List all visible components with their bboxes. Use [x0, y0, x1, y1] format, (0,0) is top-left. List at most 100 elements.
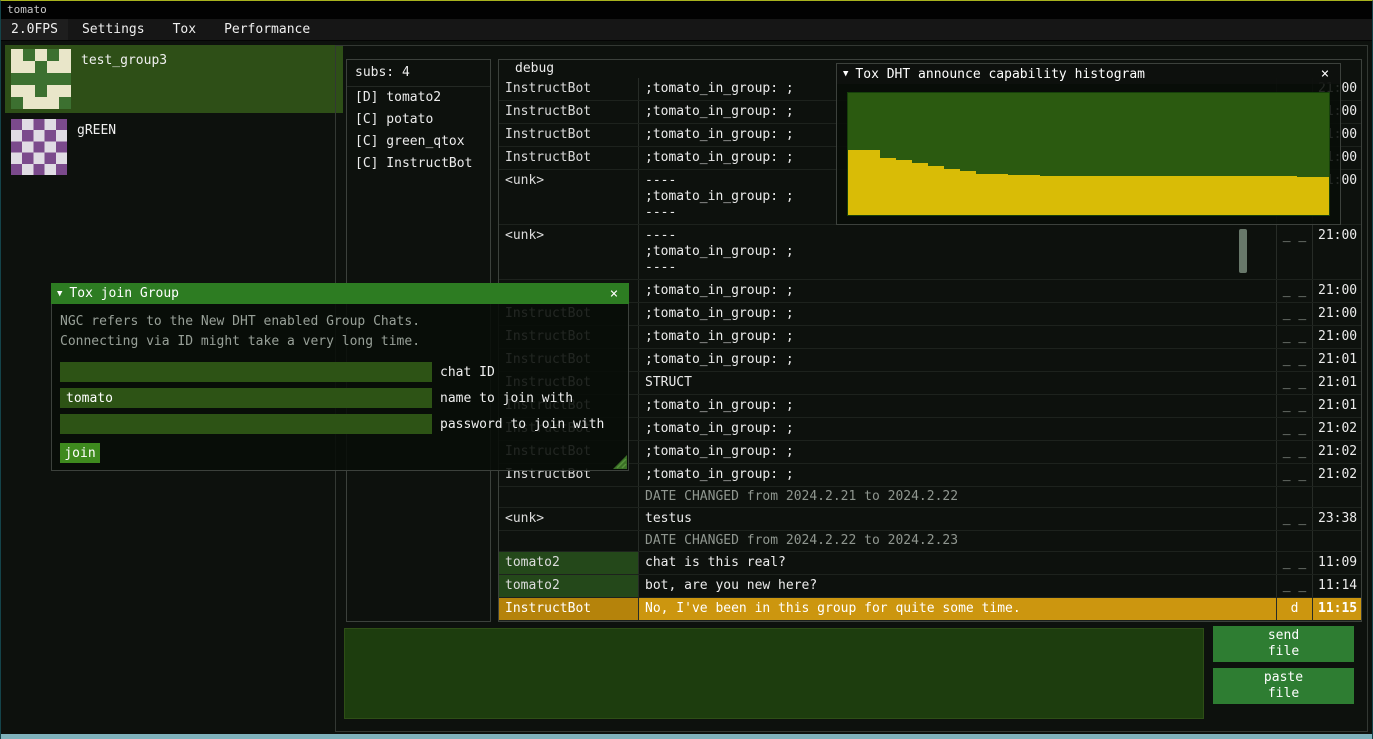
dht-histogram-window: ▼ Tox DHT announce capability histogram … — [836, 63, 1341, 225]
histogram-bar — [1297, 177, 1313, 215]
subs-count: subs: 4 — [347, 60, 490, 87]
menu-performance[interactable]: Performance — [210, 19, 324, 41]
message-text: chat is this real? — [639, 552, 1277, 574]
message-time — [1313, 487, 1361, 507]
close-icon[interactable]: × — [605, 286, 623, 302]
resize-grip[interactable] — [611, 453, 627, 469]
message-status: d — [1277, 598, 1313, 620]
histogram-bar — [1137, 176, 1153, 215]
group-name: gREEN — [77, 123, 116, 138]
group-row-test_group3[interactable]: test_group3 — [5, 45, 343, 113]
histogram-bar — [1024, 175, 1040, 215]
message-time: 21:01 — [1313, 395, 1361, 417]
histogram-bar — [1281, 176, 1297, 215]
menu-settings[interactable]: Settings — [68, 19, 159, 41]
window-bottom-edge — [1, 734, 1372, 739]
message-status — [1277, 487, 1313, 507]
chat-scrollbar-thumb[interactable] — [1239, 229, 1247, 273]
message-text: STRUCT — [639, 372, 1277, 394]
message-sender: InstructBot — [499, 598, 639, 620]
join-info-line: Connecting via ID might take a very long… — [60, 332, 620, 352]
message-status: _ _ — [1277, 280, 1313, 302]
message-sender — [499, 531, 639, 551]
message-sender: InstructBot — [499, 101, 639, 123]
message-time: 11:14 — [1313, 575, 1361, 597]
histogram-window-title: Tox DHT announce capability histogram — [855, 67, 1316, 82]
message-status: _ _ — [1277, 575, 1313, 597]
window-titlebar[interactable]: tomato — [1, 1, 1372, 19]
message-row: tomato2 chat is this real? _ _ 11:09 — [499, 552, 1361, 575]
message-time: 11:15 — [1313, 598, 1361, 620]
join-window-body: NGC refers to the New DHT enabled Group … — [51, 304, 629, 471]
message-time: 21:02 — [1313, 418, 1361, 440]
join-password-label: password to join with — [440, 417, 604, 432]
message-row: <unk> testus _ _ 23:38 — [499, 508, 1361, 531]
message-sender: InstructBot — [499, 147, 639, 169]
member-item[interactable]: [C] potato — [347, 109, 490, 131]
window-title: tomato — [7, 3, 47, 16]
message-status: _ _ — [1277, 225, 1313, 279]
histogram-bar — [1040, 176, 1056, 215]
message-time: 21:00 — [1313, 280, 1361, 302]
member-item[interactable]: [D] tomato2 — [347, 87, 490, 109]
histogram-window-titlebar[interactable]: ▼ Tox DHT announce capability histogram … — [836, 63, 1341, 84]
message-status: _ _ — [1277, 418, 1313, 440]
message-status: _ _ — [1277, 552, 1313, 574]
message-status: _ _ — [1277, 395, 1313, 417]
histogram-bar — [864, 150, 880, 215]
message-status: _ _ — [1277, 508, 1313, 530]
histogram-window-body — [836, 84, 1341, 225]
message-sender: tomato2 — [499, 552, 639, 574]
histogram-bar — [848, 150, 864, 215]
member-item[interactable]: [C] InstructBot — [347, 153, 490, 175]
message-status: _ _ — [1277, 372, 1313, 394]
histogram-bar — [976, 174, 992, 215]
histogram-bar — [1233, 176, 1249, 215]
message-text: DATE CHANGED from 2024.2.21 to 2024.2.22 — [639, 487, 1277, 507]
message-text: ;tomato_in_group: ; — [639, 326, 1277, 348]
send-file-button[interactable]: send file — [1213, 626, 1354, 662]
histogram-bar — [944, 169, 960, 215]
join-button[interactable]: join — [60, 443, 100, 463]
histogram-bar — [1217, 176, 1233, 215]
message-status — [1277, 531, 1313, 551]
fps-counter: 2.0FPS — [1, 19, 68, 40]
paste-file-button[interactable]: paste file — [1213, 668, 1354, 704]
join-window-titlebar[interactable]: ▼ Tox join Group × — [51, 283, 629, 304]
message-sender: tomato2 — [499, 575, 639, 597]
collapse-arrow-icon[interactable]: ▼ — [57, 289, 62, 299]
message-row: DATE CHANGED from 2024.2.21 to 2024.2.22 — [499, 487, 1361, 508]
message-row: tomato2 bot, are you new here? _ _ 11:14 — [499, 575, 1361, 598]
menu-bar: 2.0FPS Settings Tox Performance — [1, 19, 1372, 41]
message-row: DATE CHANGED from 2024.2.22 to 2024.2.23 — [499, 531, 1361, 552]
message-text: bot, are you new here? — [639, 575, 1277, 597]
histogram-bar — [1265, 176, 1281, 215]
message-sender: <unk> — [499, 225, 639, 279]
menu-tox[interactable]: Tox — [159, 19, 210, 41]
message-text: ;tomato_in_group: ; — [639, 418, 1277, 440]
histogram-plot — [847, 92, 1330, 216]
group-row-green[interactable]: gREEN — [5, 115, 343, 181]
message-time: 21:00 — [1313, 303, 1361, 325]
message-sender: InstructBot — [499, 78, 639, 100]
message-status: _ _ — [1277, 326, 1313, 348]
histogram-bar — [1153, 176, 1169, 215]
group-name: test_group3 — [81, 53, 167, 68]
join-window-title: Tox join Group — [69, 286, 605, 301]
join-group-window: ▼ Tox join Group × NGC refers to the New… — [51, 283, 629, 471]
message-row: InstructBot No, I've been in this group … — [499, 598, 1361, 621]
message-time: 21:01 — [1313, 372, 1361, 394]
message-text: ;tomato_in_group: ; — [639, 303, 1277, 325]
histogram-bar — [1185, 176, 1201, 215]
message-status: _ _ — [1277, 441, 1313, 463]
chat-id-input[interactable] — [60, 362, 432, 382]
collapse-arrow-icon[interactable]: ▼ — [843, 69, 848, 79]
member-item[interactable]: [C] green_qtox — [347, 131, 490, 153]
message-input[interactable] — [344, 628, 1204, 719]
join-name-input[interactable] — [60, 388, 432, 408]
histogram-bar — [1072, 176, 1088, 215]
histogram-bar — [896, 160, 912, 215]
histogram-bar — [928, 166, 944, 215]
close-icon[interactable]: × — [1316, 66, 1334, 82]
join-password-input[interactable] — [60, 414, 432, 434]
